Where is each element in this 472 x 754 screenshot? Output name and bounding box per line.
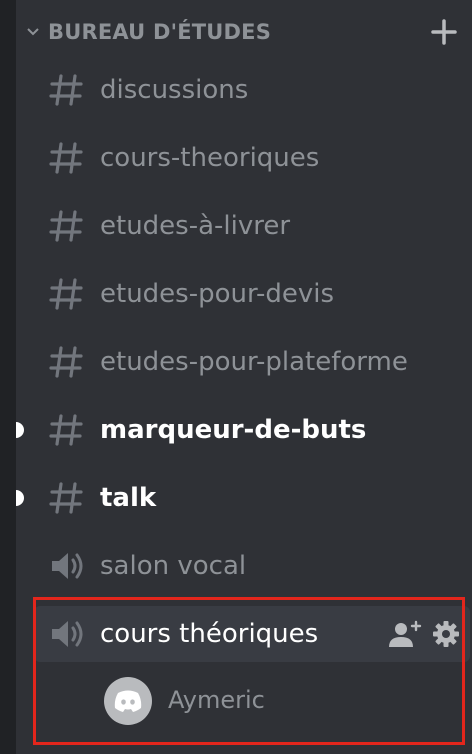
- channel-name: cours théoriques: [100, 619, 319, 649]
- channel-name: etudes-pour-devis: [100, 279, 335, 309]
- channel-discussions[interactable]: discussions: [34, 62, 470, 118]
- voice-channel-cours-theoriques[interactable]: cours théoriques: [34, 606, 470, 662]
- unread-indicator: [16, 422, 24, 438]
- category-title[interactable]: BUREAU D'ÉTUDES: [48, 20, 271, 44]
- plus-icon[interactable]: [430, 18, 458, 46]
- discord-logo-icon: [114, 690, 142, 712]
- voice-user-aymeric[interactable]: Aymeric: [100, 673, 470, 729]
- chevron-down-icon[interactable]: [26, 25, 40, 39]
- channel-marqueur-de-buts[interactable]: marqueur-de-buts: [34, 402, 470, 458]
- hashtag-icon: [49, 74, 83, 106]
- hashtag-icon: [49, 210, 83, 242]
- channel-name: salon vocal: [100, 551, 247, 581]
- channel-name: cours-theoriques: [100, 143, 320, 173]
- category-header[interactable]: BUREAU D'ÉTUDES: [16, 12, 472, 52]
- channel-etudes-pour-devis[interactable]: etudes-pour-devis: [34, 266, 470, 322]
- channel-actions: [388, 620, 460, 648]
- channel-etudes-a-livrer[interactable]: etudes-à-livrer: [34, 198, 470, 254]
- invite-user-icon[interactable]: [388, 620, 422, 648]
- gear-icon[interactable]: [432, 620, 460, 648]
- channel-sidebar: BUREAU D'ÉTUDES discussions cours-theori…: [16, 0, 472, 754]
- hashtag-icon: [49, 142, 83, 174]
- hashtag-icon: [49, 346, 83, 378]
- unread-indicator: [16, 490, 24, 506]
- channel-name: etudes-pour-plateforme: [100, 347, 408, 377]
- channel-name: marqueur-de-buts: [100, 415, 367, 445]
- voice-channel-salon-vocal[interactable]: salon vocal: [34, 538, 470, 594]
- channel-etudes-pour-plateforme[interactable]: etudes-pour-plateforme: [34, 334, 470, 390]
- hashtag-icon: [49, 278, 83, 310]
- channel-talk[interactable]: talk: [34, 470, 470, 526]
- avatar: [104, 677, 152, 725]
- speaker-icon: [52, 621, 83, 647]
- voice-user-name: Aymeric: [168, 686, 265, 714]
- speaker-icon: [52, 553, 83, 579]
- channel-cours-theoriques[interactable]: cours-theoriques: [34, 130, 470, 186]
- channel-name: etudes-à-livrer: [100, 211, 291, 241]
- channel-name: discussions: [100, 75, 249, 105]
- hashtag-icon: [49, 414, 83, 446]
- channel-name: talk: [100, 483, 157, 513]
- hashtag-icon: [49, 482, 83, 514]
